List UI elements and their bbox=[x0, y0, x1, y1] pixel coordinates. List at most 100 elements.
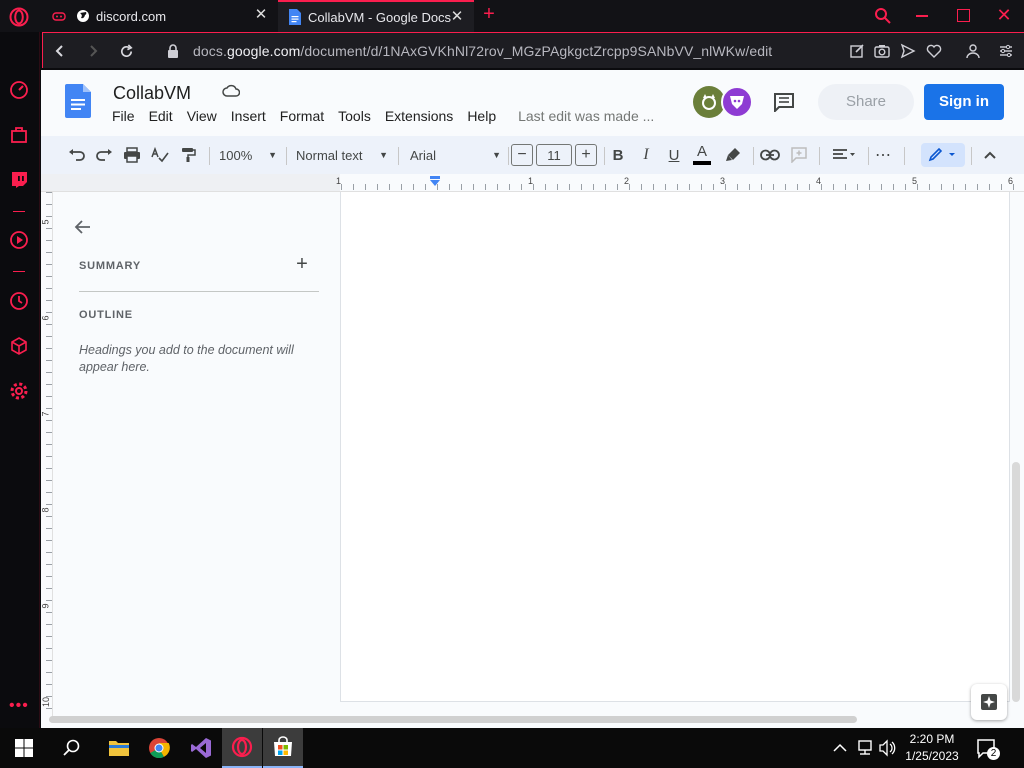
toolbar-divider bbox=[398, 147, 399, 165]
vertical-scrollbar[interactable] bbox=[1012, 462, 1020, 702]
close-tab-icon[interactable]: ✕ bbox=[254, 7, 268, 22]
menu-view[interactable]: View bbox=[187, 108, 217, 128]
share-button[interactable]: Share bbox=[818, 84, 914, 120]
horizontal-ruler[interactable]: 1 1 2 3 4 5 6 bbox=[41, 174, 1024, 192]
reload-button[interactable] bbox=[114, 33, 138, 69]
align-select[interactable] bbox=[828, 143, 860, 167]
horizontal-scrollbar[interactable] bbox=[49, 716, 857, 723]
more-options-icon[interactable]: ⋯ bbox=[871, 143, 895, 167]
vertical-ruler[interactable]: 5 6 7 8 9 10 bbox=[41, 192, 53, 718]
search-button[interactable] bbox=[52, 728, 92, 768]
visual-studio-button[interactable] bbox=[181, 728, 221, 768]
player-icon[interactable] bbox=[8, 229, 30, 251]
close-outline-button[interactable] bbox=[73, 217, 93, 237]
file-explorer-button[interactable] bbox=[99, 728, 139, 768]
menu-file[interactable]: File bbox=[112, 108, 135, 128]
edit-icon[interactable] bbox=[849, 43, 865, 59]
dropdown-arrow-icon: ▼ bbox=[379, 150, 388, 160]
action-center-button[interactable]: 2 bbox=[976, 738, 1000, 760]
tab-discord[interactable]: discord.com ✕ bbox=[42, 0, 278, 32]
highlight-color-button[interactable] bbox=[721, 143, 745, 167]
redo-button[interactable] bbox=[92, 143, 116, 167]
minimize-button[interactable] bbox=[916, 15, 928, 17]
cloud-saved-icon[interactable] bbox=[222, 84, 241, 98]
last-edit-status[interactable]: Last edit was made ... bbox=[518, 108, 654, 128]
undo-button[interactable] bbox=[65, 143, 89, 167]
hide-menus-button[interactable] bbox=[978, 143, 1002, 167]
forward-button[interactable] bbox=[81, 33, 105, 69]
ruler-number: 8 bbox=[40, 507, 51, 513]
extensions-icon[interactable] bbox=[8, 335, 30, 357]
chrome-button[interactable] bbox=[139, 728, 179, 768]
menu-edit[interactable]: Edit bbox=[149, 108, 173, 128]
explore-button[interactable] bbox=[971, 684, 1007, 720]
zoom-select[interactable]: 100% ▼ bbox=[219, 143, 277, 167]
add-comment-icon bbox=[791, 147, 807, 163]
document-outline-panel: SUMMARY + OUTLINE Headings you add to th… bbox=[59, 192, 329, 718]
text-color-button[interactable]: A bbox=[690, 143, 714, 167]
volume-icon[interactable] bbox=[878, 739, 896, 757]
restore-button[interactable] bbox=[957, 9, 970, 22]
camera-icon[interactable] bbox=[874, 43, 890, 59]
bold-button[interactable]: B bbox=[606, 143, 630, 167]
url-field[interactable]: docs.google.com/document/d/1NAxGVKhNl72r… bbox=[193, 33, 772, 69]
clock-date: 1/25/2023 bbox=[905, 749, 959, 763]
search-tabs-icon[interactable] bbox=[874, 7, 892, 25]
twitch-icon[interactable] bbox=[8, 169, 30, 191]
back-button[interactable] bbox=[48, 33, 72, 69]
tab-title: CollabVM - Google Docs bbox=[308, 9, 452, 25]
increase-font-size-button[interactable]: + bbox=[575, 144, 597, 166]
docs-logo-icon[interactable] bbox=[65, 84, 91, 118]
avatar[interactable] bbox=[721, 86, 753, 118]
heart-icon[interactable] bbox=[926, 43, 942, 59]
italic-button[interactable]: I bbox=[634, 143, 658, 167]
start-button[interactable] bbox=[4, 728, 44, 768]
font-select[interactable]: Arial ▼ bbox=[410, 143, 501, 167]
close-window-button[interactable]: ✕ bbox=[996, 5, 1012, 25]
easy-setup-icon[interactable] bbox=[998, 43, 1014, 59]
more-icon[interactable]: ••• bbox=[9, 698, 29, 714]
add-comment-button[interactable] bbox=[787, 143, 811, 167]
close-tab-icon[interactable]: ✕ bbox=[450, 9, 464, 24]
add-summary-button[interactable]: + bbox=[293, 254, 311, 274]
print-button[interactable] bbox=[120, 143, 144, 167]
opera-menu-button[interactable] bbox=[8, 6, 30, 28]
document-page[interactable] bbox=[340, 192, 1010, 702]
underline-button[interactable]: U bbox=[662, 143, 686, 167]
gx-corner-icon[interactable] bbox=[8, 124, 30, 146]
send-icon[interactable] bbox=[900, 43, 916, 59]
font-size-input[interactable]: 11 bbox=[536, 144, 572, 166]
clock[interactable]: 2:20 PM 1/25/2023 bbox=[900, 731, 964, 765]
insert-link-button[interactable] bbox=[758, 143, 782, 167]
menu-format[interactable]: Format bbox=[280, 108, 324, 128]
sign-in-button[interactable]: Sign in bbox=[924, 84, 1004, 120]
back-arrow-icon bbox=[74, 220, 90, 234]
editing-mode-select[interactable] bbox=[921, 143, 965, 167]
menu-help[interactable]: Help bbox=[467, 108, 496, 128]
highlighter-icon bbox=[726, 148, 740, 161]
toolbar-divider bbox=[971, 147, 972, 165]
comment-history-icon[interactable] bbox=[773, 92, 795, 114]
document-title[interactable]: CollabVM bbox=[113, 82, 191, 104]
opera-gx-taskbar-button[interactable] bbox=[222, 728, 262, 768]
paragraph-style-select[interactable]: Normal text ▼ bbox=[296, 143, 388, 167]
store-button[interactable] bbox=[263, 728, 303, 768]
menu-tools[interactable]: Tools bbox=[338, 108, 371, 128]
gamepad-icon bbox=[52, 9, 66, 23]
opera-logo-icon bbox=[9, 7, 29, 27]
new-tab-button[interactable]: + bbox=[480, 4, 498, 24]
network-icon[interactable] bbox=[856, 739, 874, 757]
lock-icon[interactable] bbox=[167, 44, 179, 58]
history-icon[interactable] bbox=[8, 290, 30, 312]
profile-icon[interactable] bbox=[965, 43, 981, 59]
tab-google-docs[interactable]: CollabVM - Google Docs ✕ bbox=[278, 0, 474, 32]
menu-extensions[interactable]: Extensions bbox=[385, 108, 453, 128]
show-hidden-icons-button[interactable] bbox=[832, 740, 848, 756]
decrease-font-size-button[interactable]: − bbox=[511, 144, 533, 166]
spellcheck-button[interactable] bbox=[148, 143, 172, 167]
sidebar-divider bbox=[13, 211, 25, 212]
paint-format-button[interactable] bbox=[176, 143, 200, 167]
settings-gear-icon[interactable] bbox=[8, 380, 30, 402]
gx-control-icon[interactable] bbox=[8, 79, 30, 101]
menu-insert[interactable]: Insert bbox=[231, 108, 266, 128]
